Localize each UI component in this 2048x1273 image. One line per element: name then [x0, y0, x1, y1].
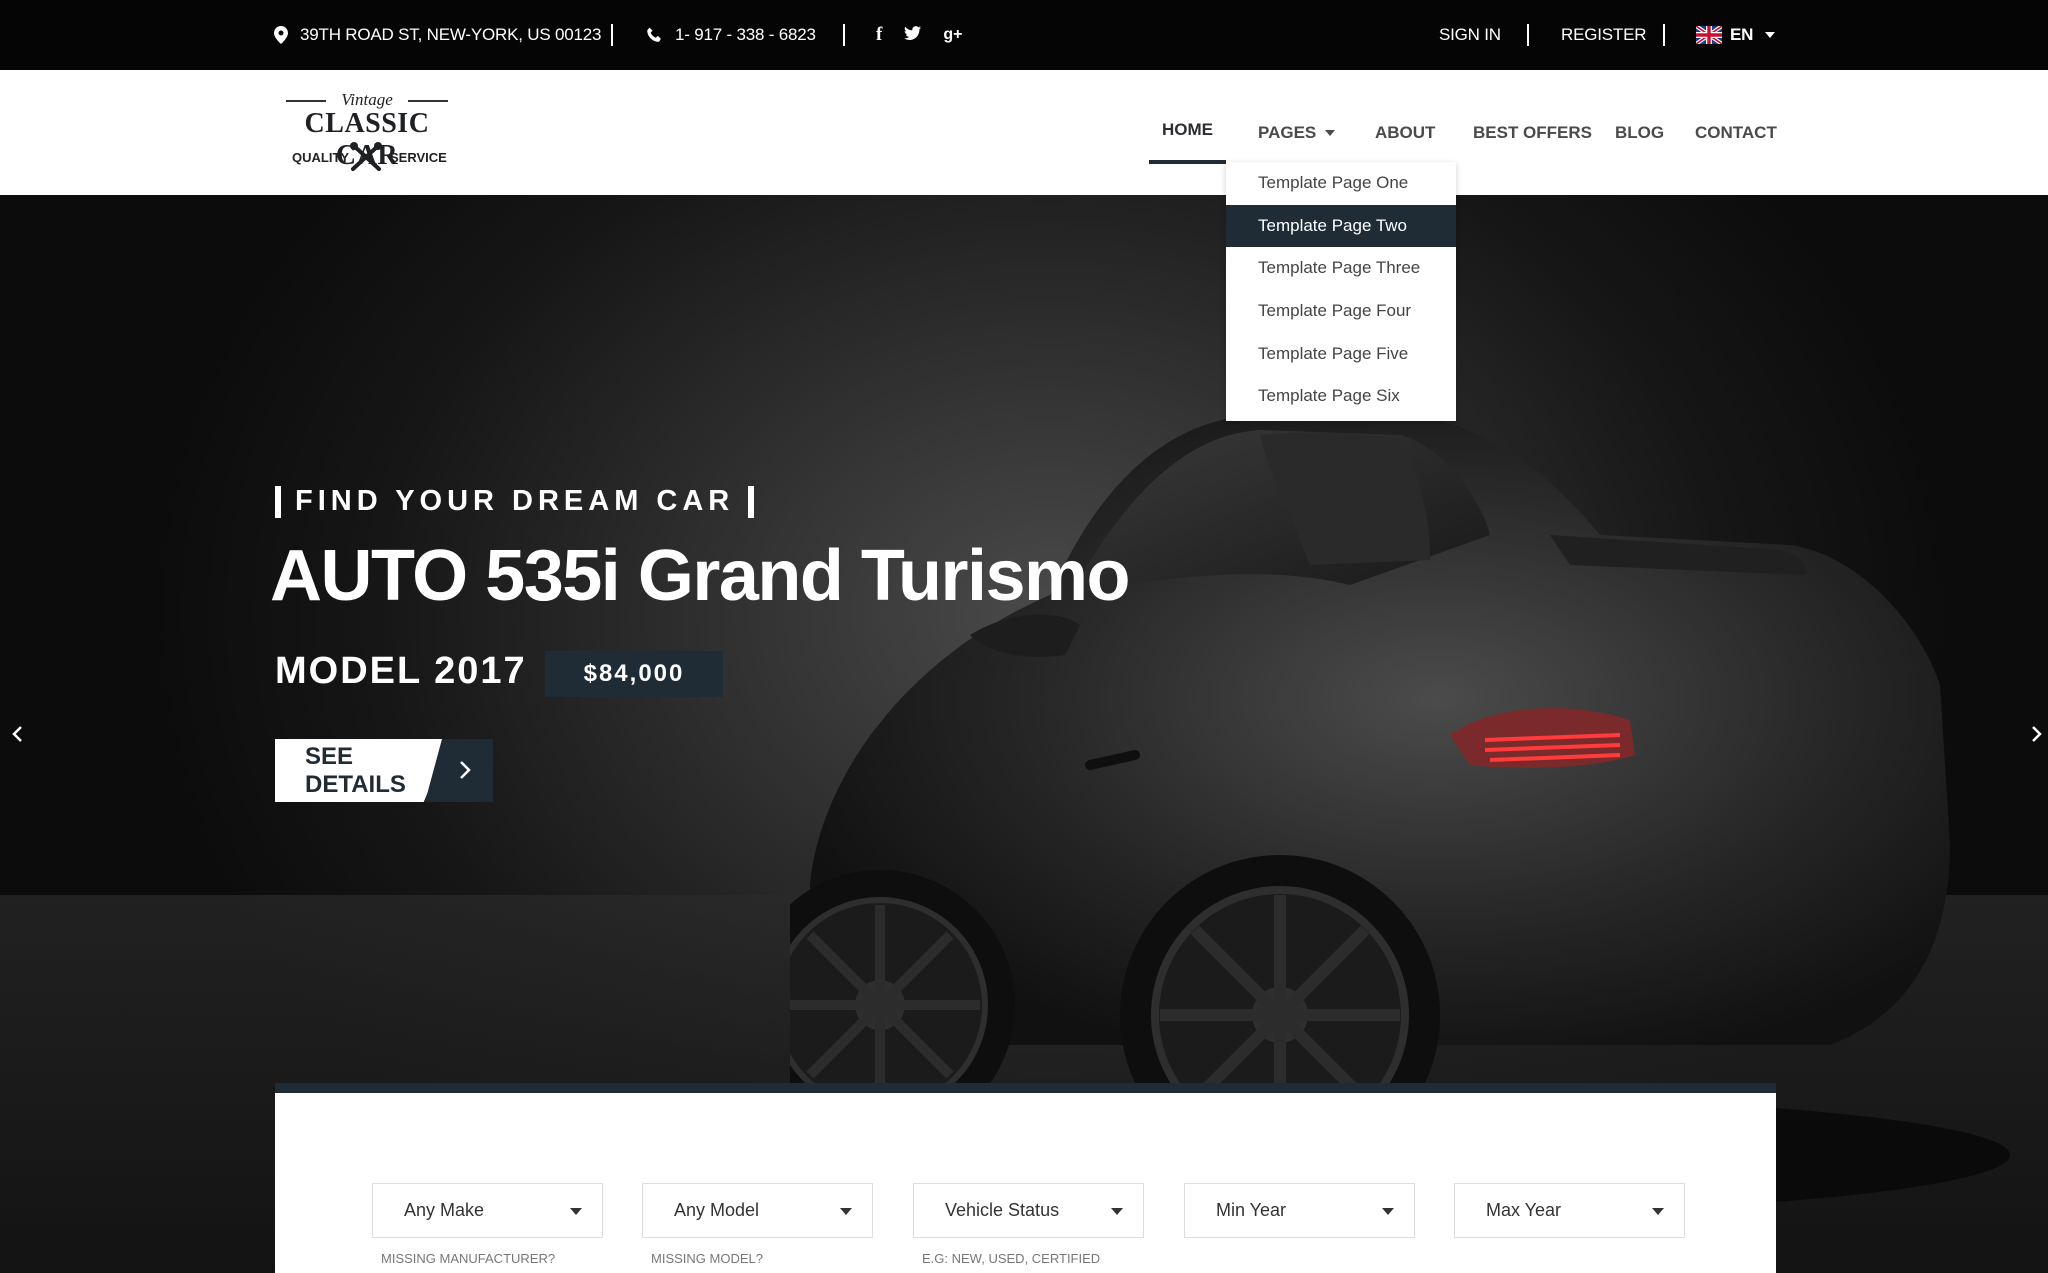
dropdown-item[interactable]: Template Page Three	[1226, 247, 1456, 289]
eyebrow-bar	[748, 485, 755, 518]
pages-dropdown-menu: Template Page One Template Page Two Temp…	[1226, 162, 1456, 421]
uk-flag-icon	[1694, 24, 1724, 46]
language-selector[interactable]: EN	[1694, 0, 1776, 70]
dropdown-item[interactable]: Template Page Five	[1226, 333, 1456, 375]
top-bar: 39TH ROAD ST, NEW-YORK, US 00123 1- 917 …	[0, 0, 2048, 70]
chevron-down-icon	[1325, 129, 1336, 136]
eyebrow-bar	[275, 485, 281, 518]
phone-info: 1- 917 - 338 - 6823	[646, 0, 816, 70]
language-label: EN	[1730, 25, 1754, 44]
logo-vintage-text: Vintage	[341, 90, 393, 109]
see-details-label: SEE DETAILS	[275, 739, 450, 802]
hero-eyebrow: FIND YOUR DREAM CAR	[275, 485, 768, 518]
see-details-button[interactable]: SEE DETAILS	[275, 739, 493, 802]
map-pin-icon	[274, 26, 288, 44]
slider-prev-arrow[interactable]	[8, 723, 28, 745]
sign-in-link[interactable]: SIGN IN	[1439, 0, 1501, 70]
divider	[1663, 24, 1665, 46]
register-link[interactable]: REGISTER	[1561, 0, 1647, 70]
chevron-right-icon	[459, 760, 471, 785]
make-select-value: Any Make	[404, 1200, 485, 1220]
divider	[611, 24, 613, 46]
dropdown-item[interactable]: Template Page Six	[1226, 375, 1456, 417]
logo-service-text: SERVICE	[390, 150, 447, 165]
chevron-down-icon	[1652, 1208, 1664, 1215]
address-info: 39TH ROAD ST, NEW-YORK, US 00123	[274, 0, 601, 70]
vehicle-search-panel: Any Make Any Model Vehicle Status Min Ye…	[275, 1083, 1776, 1273]
status-select[interactable]: Vehicle Status	[913, 1183, 1144, 1238]
divider	[843, 24, 845, 46]
address-text: 39TH ROAD ST, NEW-YORK, US 00123	[300, 25, 602, 44]
phone-text: 1- 917 - 338 - 6823	[675, 25, 816, 44]
social-links: f g+	[876, 0, 984, 70]
twitter-icon[interactable]	[904, 25, 922, 45]
model-select-value: Any Model	[674, 1200, 760, 1220]
logo-quality-text: QUALITY	[292, 150, 350, 165]
slider-next-arrow[interactable]	[2026, 723, 2046, 745]
model-hint-link[interactable]: MISSING MODEL?	[651, 1251, 763, 1266]
hero-eyebrow-text: FIND YOUR DREAM CAR	[295, 485, 735, 517]
max-year-select[interactable]: Max Year	[1454, 1183, 1685, 1238]
facebook-icon[interactable]: f	[876, 24, 882, 46]
wrench-icon	[350, 142, 382, 177]
chevron-down-icon	[570, 1208, 582, 1215]
hero-model: MODEL 2017	[275, 650, 527, 692]
phone-icon	[646, 27, 663, 44]
min-year-select-value: Min Year	[1216, 1200, 1287, 1220]
dropdown-item[interactable]: Template Page Four	[1226, 290, 1456, 332]
price-badge: $84,000	[545, 651, 723, 697]
logo[interactable]: Vintage CLASSIC CAR QUALITY SERVICE	[274, 90, 460, 176]
nav-best-offers[interactable]: BEST OFFERS	[1473, 70, 1592, 195]
nav-blog[interactable]: BLOG	[1615, 70, 1664, 195]
nav-home[interactable]: HOME	[1149, 70, 1226, 164]
make-hint-link[interactable]: MISSING MANUFACTURER?	[381, 1251, 555, 1266]
dropdown-item[interactable]: Template Page Two	[1226, 205, 1456, 247]
google-plus-icon[interactable]: g+	[943, 26, 962, 44]
model-select[interactable]: Any Model	[642, 1183, 873, 1238]
chevron-down-icon	[1765, 32, 1776, 38]
chevron-down-icon	[840, 1208, 852, 1215]
hero-title: AUTO 535i Grand Turismo	[270, 536, 1131, 616]
chevron-down-icon	[1111, 1208, 1123, 1215]
nav-pages-label: PAGES	[1258, 122, 1317, 142]
status-select-value: Vehicle Status	[945, 1200, 1060, 1220]
dropdown-item[interactable]: Template Page One	[1226, 162, 1456, 204]
nav-contact[interactable]: CONTACT	[1695, 70, 1777, 195]
min-year-select[interactable]: Min Year	[1184, 1183, 1415, 1238]
make-select[interactable]: Any Make	[372, 1183, 603, 1238]
site-header: Vintage CLASSIC CAR QUALITY SERVICE HOME…	[0, 70, 2048, 195]
status-hint: E.G: NEW, USED, CERTIFIED	[922, 1251, 1101, 1266]
divider	[1527, 24, 1529, 46]
max-year-select-value: Max Year	[1486, 1200, 1562, 1220]
chevron-down-icon	[1382, 1208, 1394, 1215]
